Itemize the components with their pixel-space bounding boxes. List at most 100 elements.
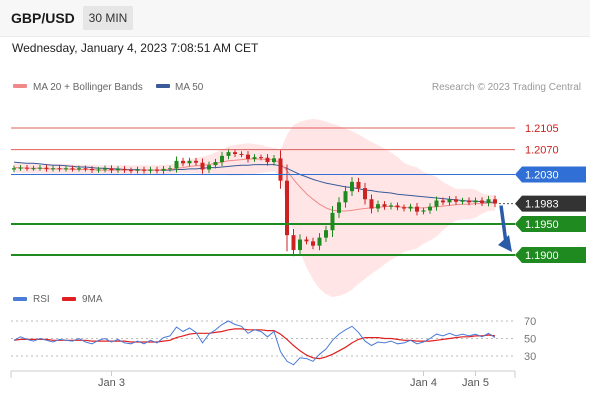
price-plot: [12, 118, 497, 298]
candle-body: [434, 200, 439, 207]
candle-body: [200, 162, 205, 170]
candle-body: [129, 170, 133, 172]
candle-body: [460, 200, 465, 202]
candle-body: [376, 204, 380, 209]
candle-body: [44, 167, 49, 169]
resistance-label: 1.2105: [525, 123, 559, 135]
candle-body: [324, 230, 328, 238]
candle-body: [168, 168, 172, 170]
rsi-legend: RSI 9MA: [13, 294, 103, 305]
copyright-text: Research © 2023 Trading Central: [432, 82, 581, 93]
candle-body: [57, 168, 62, 170]
candle-body: [64, 168, 68, 170]
candle-body: [298, 239, 302, 251]
candle-body: [415, 206, 419, 212]
candle-body: [493, 199, 497, 204]
candle-body: [103, 168, 107, 170]
rsi-tick-label: 30: [524, 351, 536, 363]
candle-body: [317, 237, 322, 246]
candle-body: [480, 200, 484, 203]
candle-body: [408, 206, 413, 209]
candle-body: [161, 168, 166, 171]
candle-body: [291, 235, 296, 251]
candle-body: [473, 200, 478, 203]
rsi-plot: 70 50 30: [11, 316, 536, 366]
candle-body: [304, 239, 309, 242]
rsi-ma-legend-swatch: [62, 297, 76, 301]
ma50-legend-label: MA 50: [175, 82, 204, 93]
candle-body: [220, 155, 224, 163]
candle-body: [51, 168, 55, 170]
candle-body: [155, 169, 159, 171]
candle-body: [25, 167, 29, 169]
candle-body: [70, 168, 75, 170]
candle-body: [337, 202, 341, 213]
candle-body: [77, 168, 81, 170]
resistance-label: 1.2070: [525, 145, 559, 157]
candle-body: [38, 167, 42, 169]
candle-body: [402, 207, 406, 209]
candle-body: [272, 158, 276, 163]
x-tick-label: Jan 3: [98, 377, 125, 389]
candle-body: [122, 168, 127, 171]
candle-body: [83, 168, 88, 170]
candle-body: [343, 191, 348, 203]
candle-body: [356, 181, 361, 189]
support-price-label: 1.1900: [525, 250, 559, 262]
forecast-arrow-shaft: [499, 205, 508, 244]
candle-body: [109, 168, 114, 171]
candle-body: [369, 199, 374, 209]
chart-svg: MA 20 + Bollinger Bands MA 50 Research ©…: [10, 82, 586, 389]
candle-body: [350, 181, 354, 192]
candle-body: [148, 169, 153, 171]
candle-body: [259, 157, 263, 159]
candle-body: [389, 205, 393, 207]
candle-body: [116, 168, 120, 171]
support-price-label: 1.1950: [525, 219, 559, 231]
rsi-tick-label: 50: [524, 334, 536, 346]
ma20-legend-label: MA 20 + Bollinger Bands: [33, 82, 143, 93]
x-tick-label: Jan 4: [410, 377, 437, 389]
candle-body: [31, 168, 36, 170]
candle-body: [96, 169, 101, 171]
candle-body: [421, 210, 426, 212]
rsi-legend-label: RSI: [33, 294, 50, 305]
candle-body: [311, 241, 315, 246]
rsi-tick-label: 70: [524, 316, 536, 328]
candle-body: [441, 200, 445, 203]
candle-body: [207, 165, 211, 170]
candle-body: [382, 204, 387, 207]
candle-body: [246, 154, 250, 159]
rsi-ma-legend-label: 9MA: [82, 294, 103, 305]
candle-body: [239, 154, 244, 156]
current-price-label: 1.2030: [525, 169, 559, 181]
ma50-legend-swatch: [156, 84, 170, 88]
candle-body: [265, 157, 270, 163]
candle-body: [486, 199, 491, 203]
x-axis: Jan 3 Jan 4 Jan 5: [10, 370, 516, 389]
candle-body: [142, 169, 146, 171]
candle-body: [330, 212, 335, 231]
candle-body: [135, 169, 140, 171]
candle-body: [428, 206, 432, 211]
candle-body: [187, 160, 192, 164]
rsi-line: [13, 320, 496, 366]
candle-body: [363, 188, 367, 200]
candle-body: [18, 167, 23, 169]
candle-body: [454, 199, 458, 202]
candle-body: [226, 152, 231, 156]
candle-body: [395, 205, 400, 208]
candle-body: [12, 168, 16, 170]
rsi-ma-line: [13, 328, 496, 360]
candle-body: [447, 199, 452, 203]
candle-body: [285, 180, 289, 236]
main-legend: MA 20 + Bollinger Bands MA 50: [13, 82, 204, 93]
candle-body: [194, 160, 198, 163]
candle-body: [213, 162, 218, 166]
candle-body: [181, 160, 185, 164]
candle-body: [278, 158, 283, 181]
candle-body: [233, 152, 237, 155]
ma20-legend-swatch: [13, 84, 27, 88]
candle-body: [252, 157, 257, 159]
candle-body: [90, 168, 94, 171]
